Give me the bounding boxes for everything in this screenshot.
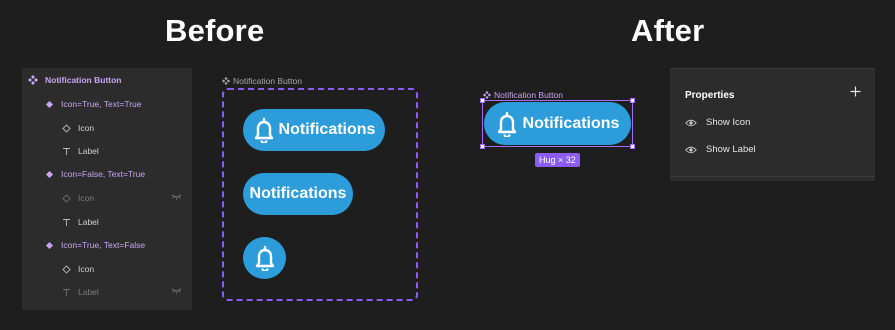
resize-handle-bottom-right[interactable] xyxy=(630,144,635,149)
instance-icon xyxy=(60,263,72,275)
variant-icon xyxy=(43,98,55,110)
notification-button-icon-text[interactable]: Notifications xyxy=(243,109,385,151)
layer-label-text[interactable]: Label xyxy=(22,214,192,230)
layer-icon[interactable]: Icon xyxy=(22,120,192,136)
layer-variant-icon-true-text-false[interactable]: Icon=True, Text=False xyxy=(22,237,192,253)
property-show-label[interactable]: Show Label xyxy=(685,144,756,155)
before-heading: Before xyxy=(165,13,265,48)
eye-closed-icon[interactable] xyxy=(171,193,182,203)
layer-label: Icon xyxy=(78,264,95,274)
bell-icon xyxy=(254,245,276,271)
panel-divider xyxy=(670,176,875,177)
text-icon xyxy=(60,216,72,228)
plus-icon[interactable] xyxy=(850,85,861,101)
component-icon xyxy=(222,77,230,85)
button-label: Notifications xyxy=(249,185,347,202)
layer-label: Icon=True, Text=False xyxy=(61,240,146,250)
layer-variant-icon-false-text-true[interactable]: Icon=False, Text=True xyxy=(22,166,192,182)
property-label: Show Label xyxy=(706,144,756,155)
layer-label-text[interactable]: Label xyxy=(22,143,192,159)
layer-label: Icon xyxy=(78,193,95,203)
layers-panel: Notification Button Icon=True, Text=True… xyxy=(22,68,192,310)
eye-icon[interactable] xyxy=(685,119,697,127)
layer-notification-button[interactable]: Notification Button xyxy=(22,72,192,88)
after-heading: After xyxy=(631,13,705,48)
text-icon xyxy=(60,145,72,157)
text-icon xyxy=(60,286,72,298)
resize-handle-bottom-left[interactable] xyxy=(480,144,485,149)
bell-icon xyxy=(496,111,518,137)
eye-icon[interactable] xyxy=(685,146,697,154)
instance-icon xyxy=(60,192,72,204)
layer-label: Label xyxy=(78,217,99,227)
resize-handle-top-right[interactable] xyxy=(630,98,635,103)
frame-label-text: Notification Button xyxy=(494,90,563,100)
variant-icon xyxy=(43,168,55,180)
layer-label: Icon xyxy=(78,123,95,133)
before-frame-label: Notification Button xyxy=(222,76,302,86)
layer-label: Icon=True, Text=True xyxy=(61,99,142,109)
notification-button-selected[interactable]: Notifications xyxy=(484,102,631,145)
after-frame-label: Notification Button xyxy=(483,90,563,100)
layer-icon[interactable]: Icon xyxy=(22,261,192,277)
layer-label: Notification Button xyxy=(45,75,122,85)
instance-icon xyxy=(60,122,72,134)
resize-handle-top-left[interactable] xyxy=(480,98,485,103)
button-label: Notifications xyxy=(278,121,376,138)
layer-variant-icon-true-text-true[interactable]: Icon=True, Text=True xyxy=(22,96,192,112)
notification-button-icon-only[interactable] xyxy=(243,237,286,279)
bell-icon xyxy=(253,117,275,143)
properties-panel: Properties Show Icon Show Label xyxy=(670,68,875,181)
properties-title: Properties xyxy=(685,90,735,101)
button-label: Notifications xyxy=(522,114,620,132)
frame-label-text: Notification Button xyxy=(233,76,302,86)
component-icon xyxy=(27,74,39,86)
property-show-icon[interactable]: Show Icon xyxy=(685,117,750,128)
layer-label: Label xyxy=(78,146,99,156)
notification-button-text-only[interactable]: Notifications xyxy=(243,173,353,215)
eye-closed-icon[interactable] xyxy=(171,287,182,297)
size-badge: Hug × 32 xyxy=(535,153,580,167)
property-label: Show Icon xyxy=(706,117,751,128)
layer-label-text-hidden[interactable]: Label xyxy=(22,284,192,300)
layer-label: Label xyxy=(78,287,99,297)
layer-label: Icon=False, Text=True xyxy=(61,169,146,179)
variant-icon xyxy=(43,239,55,251)
layer-icon-hidden[interactable]: Icon xyxy=(22,190,192,206)
